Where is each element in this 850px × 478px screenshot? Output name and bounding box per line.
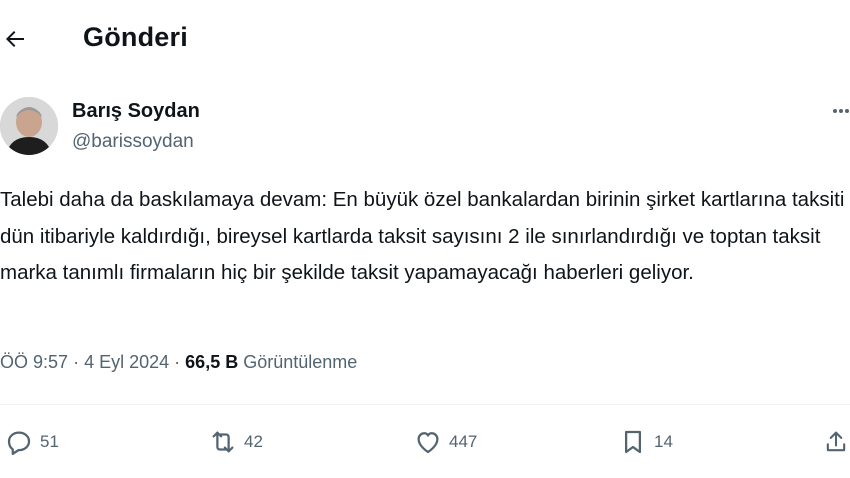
author-name[interactable]: Barış Soydan bbox=[72, 100, 200, 123]
heart-icon bbox=[417, 432, 439, 454]
page-title: Gönderi bbox=[83, 22, 188, 52]
more-dots-icon bbox=[833, 109, 849, 113]
meta-separator: · bbox=[174, 352, 181, 372]
bookmark-button[interactable]: 14 bbox=[618, 424, 673, 460]
reply-icon bbox=[7, 431, 31, 455]
avatar[interactable] bbox=[0, 97, 58, 155]
reply-count: 51 bbox=[40, 432, 59, 451]
views-count: 66,5 B bbox=[185, 352, 239, 372]
like-button[interactable]: 447 bbox=[413, 424, 477, 460]
meta-separator: · bbox=[73, 352, 80, 372]
back-button[interactable] bbox=[0, 22, 30, 56]
repost-button[interactable]: 42 bbox=[208, 424, 263, 460]
author-handle[interactable]: @barissoydan bbox=[72, 131, 194, 153]
like-count: 447 bbox=[449, 432, 478, 451]
bookmark-count: 14 bbox=[654, 432, 673, 451]
bookmark-icon bbox=[625, 430, 641, 454]
views-label: Görüntülenme bbox=[243, 352, 358, 372]
post-meta: ÖÖ 9:57 · 4 Eyl 2024 · 66,5 B Görüntülen… bbox=[0, 352, 357, 373]
repost-icon bbox=[212, 431, 234, 453]
avatar-portrait-icon bbox=[0, 97, 58, 155]
reply-button[interactable]: 51 bbox=[4, 424, 59, 460]
post-text: Talebi daha da baskılamaya devam: En büy… bbox=[0, 188, 845, 284]
share-icon bbox=[826, 431, 846, 452]
post-date[interactable]: 4 Eyl 2024 bbox=[84, 352, 169, 372]
post-time[interactable]: ÖÖ 9:57 bbox=[0, 352, 68, 372]
divider bbox=[0, 404, 850, 405]
repost-count: 42 bbox=[244, 432, 263, 451]
share-button[interactable] bbox=[822, 424, 850, 460]
more-options-button[interactable] bbox=[832, 100, 850, 122]
arrow-left-icon bbox=[6, 31, 24, 47]
